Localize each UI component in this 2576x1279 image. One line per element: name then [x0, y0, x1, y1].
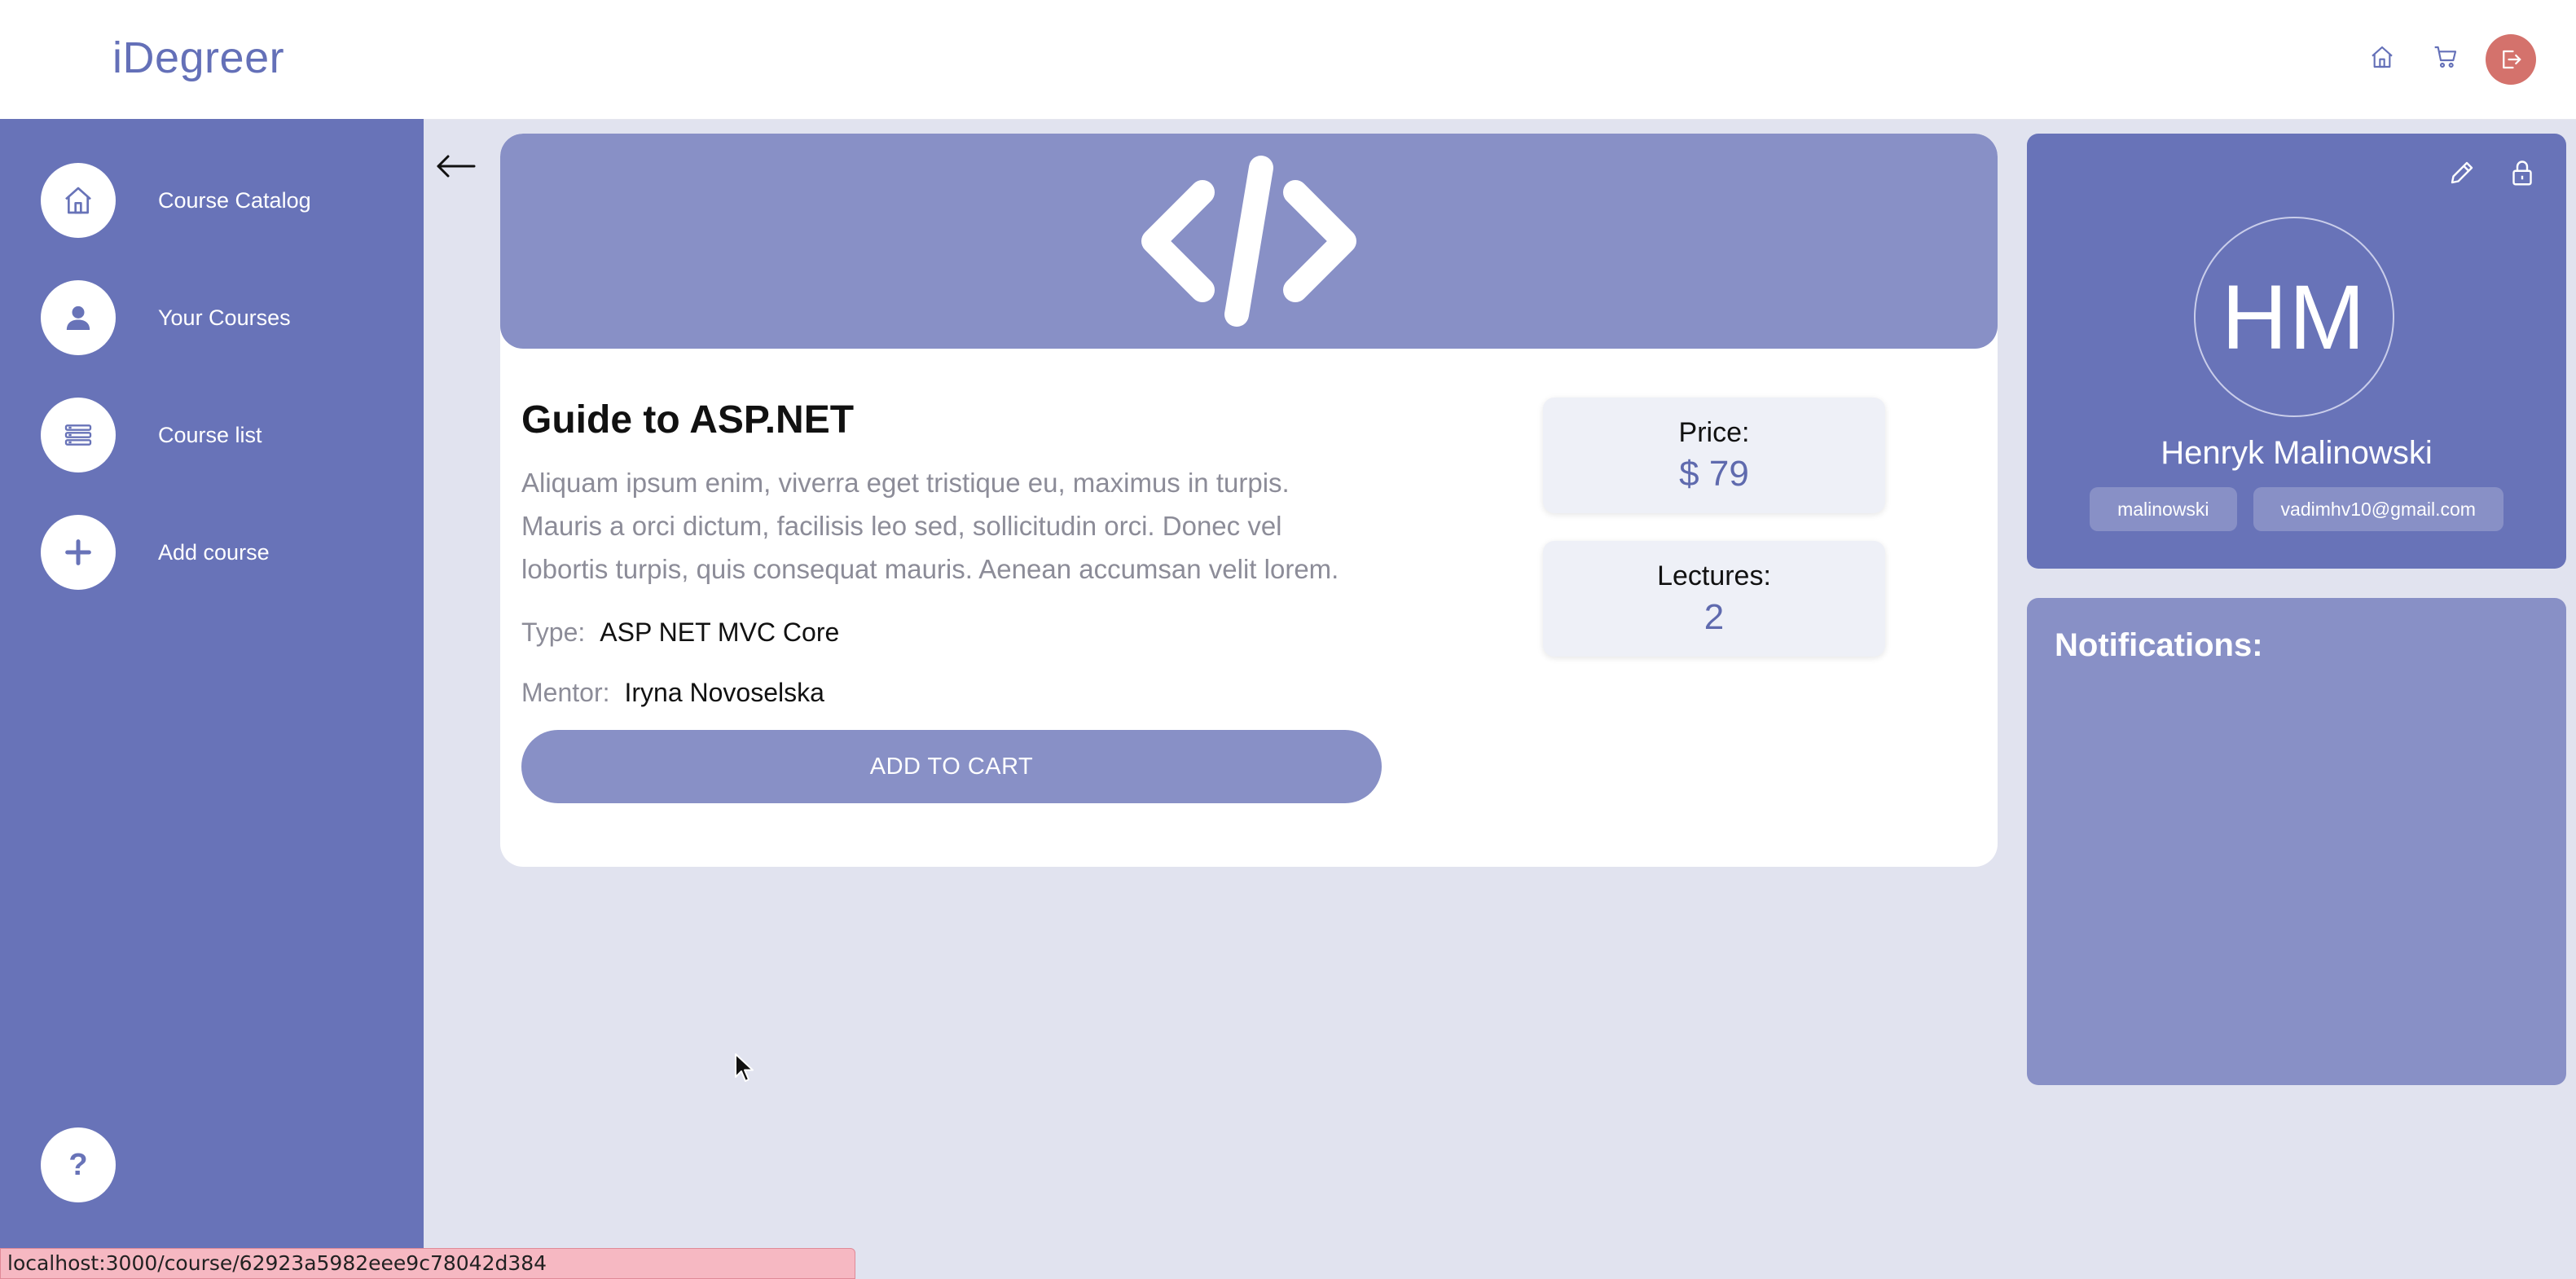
user-icon [66, 305, 90, 330]
sidebar-item-label: Your Courses [158, 305, 291, 330]
sidebar: Course Catalog Your Courses Course list … [0, 119, 424, 1279]
logout-button[interactable] [2486, 34, 2536, 85]
sidebar-item-add-course[interactable]: Add course [41, 515, 399, 590]
mentor-value: Iryna Novoselska [624, 678, 824, 707]
mouse-cursor-icon [735, 1053, 754, 1082]
profile-card: HM Henryk Malinowski malinowski vadimhv1… [2027, 134, 2566, 569]
lectures-box: Lectures: 2 [1543, 541, 1885, 657]
status-bar-url: localhost:3000/course/62923a5982eee9c780… [0, 1248, 855, 1279]
course-type-row: Type: ASP NET MVC Core [521, 618, 839, 648]
lectures-value: 2 [1703, 596, 1725, 637]
brand-logo[interactable]: iDegreer [112, 33, 284, 83]
nav-icon-circle [41, 398, 116, 472]
edit-profile-button[interactable] [2444, 155, 2480, 191]
home-icon[interactable] [2366, 41, 2398, 73]
cart-icon[interactable] [2429, 41, 2462, 73]
code-icon [1141, 156, 1356, 327]
notifications-panel: Notifications: [2027, 598, 2566, 1085]
profile-name: Henryk Malinowski [2161, 435, 2433, 471]
course-detail-card: Guide to ASP.NET Aliquam ipsum enim, viv… [500, 134, 1998, 867]
profile-chips: malinowski vadimhv10@gmail.com [2027, 487, 2566, 531]
course-mentor-row: Mentor: Iryna Novoselska [521, 678, 824, 708]
list-icon [64, 424, 92, 446]
lock-icon [2512, 160, 2532, 186]
type-label: Type: [521, 618, 586, 647]
price-label: Price: [1678, 416, 1750, 448]
nav-icon-circle [41, 280, 116, 355]
top-header: iDegreer [0, 0, 2576, 120]
notifications-title: Notifications: [2055, 627, 2263, 663]
lectures-label: Lectures: [1657, 560, 1771, 591]
course-banner [500, 134, 1998, 349]
nav-icon-circle [41, 163, 116, 238]
add-to-cart-button[interactable]: ADD TO CART [521, 730, 1382, 803]
sidebar-item-label: Course Catalog [158, 187, 311, 213]
home-icon [65, 187, 91, 214]
course-title: Guide to ASP.NET [521, 398, 855, 442]
price-value: $ 79 [1679, 453, 1749, 494]
type-value: ASP NET MVC Core [600, 618, 840, 647]
mentor-label: Mentor: [521, 678, 610, 707]
sidebar-item-course-catalog[interactable]: Course Catalog [41, 163, 399, 238]
email-chip: vadimhv10@gmail.com [2253, 487, 2503, 531]
nav-icon-circle [41, 515, 116, 590]
course-description: Aliquam ipsum enim, viverra eget tristiq… [521, 468, 1339, 584]
sidebar-item-label: Course list [158, 422, 262, 447]
price-box: Price: $ 79 [1543, 398, 1885, 513]
pencil-icon [2451, 161, 2473, 184]
plus-icon [65, 539, 91, 565]
help-button[interactable]: ? [41, 1127, 116, 1202]
avatar: HM [2194, 217, 2394, 417]
change-password-button[interactable] [2504, 155, 2540, 191]
logout-icon [2503, 50, 2521, 69]
sidebar-item-course-list[interactable]: Course list [41, 398, 399, 472]
sidebar-item-label: Add course [158, 539, 270, 565]
username-chip: malinowski [2090, 487, 2237, 531]
sidebar-item-your-courses[interactable]: Your Courses [41, 280, 399, 355]
back-arrow-icon[interactable] [435, 150, 477, 182]
